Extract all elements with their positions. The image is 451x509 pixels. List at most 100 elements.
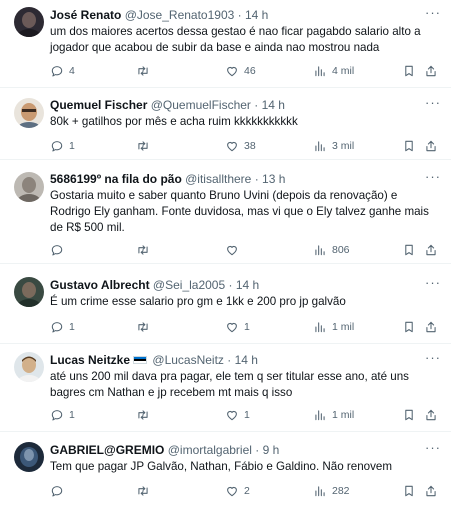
- bookmark-button[interactable]: [402, 483, 416, 499]
- more-icon[interactable]: ···: [425, 441, 441, 457]
- avatar[interactable]: [14, 442, 44, 472]
- avatar[interactable]: [14, 352, 44, 382]
- views-button[interactable]: 4 mil: [313, 63, 354, 79]
- view-count: 1 mil: [332, 409, 355, 421]
- share-icon: [426, 409, 436, 421]
- view-count: 3 mil: [332, 140, 355, 152]
- reply-button[interactable]: 1: [50, 319, 75, 335]
- views-button[interactable]: 1 mil: [313, 407, 354, 423]
- retweet-button[interactable]: [136, 319, 155, 335]
- timestamp[interactable]: 14 h: [236, 278, 259, 292]
- author-name[interactable]: Lucas Neitzke: [50, 353, 130, 367]
- bookmark-button[interactable]: [402, 407, 416, 423]
- like-count: 46: [244, 65, 256, 77]
- retweet-button[interactable]: [136, 407, 155, 423]
- bookmark-icon: [405, 244, 413, 256]
- view-count: 1 mil: [332, 321, 355, 333]
- like-button[interactable]: 38: [225, 138, 256, 154]
- bookmark-button[interactable]: [402, 319, 416, 335]
- author-handle[interactable]: @itisallthere: [185, 172, 251, 186]
- reply-button[interactable]: 1: [50, 138, 75, 154]
- retweet-icon: [138, 141, 148, 151]
- author-handle[interactable]: @imortalgabriel: [168, 443, 252, 457]
- like-button[interactable]: [225, 242, 244, 258]
- views-button[interactable]: 1 mil: [313, 319, 354, 335]
- views-icon: [315, 486, 325, 497]
- share-button[interactable]: [424, 483, 438, 499]
- separator-dot: ·: [254, 98, 259, 112]
- author-name[interactable]: GABRIEL@GREMIO: [50, 443, 164, 457]
- like-button[interactable]: 2: [225, 483, 250, 499]
- tweet[interactable]: 5686199º na fila do pão @itisallthere · …: [0, 160, 451, 264]
- more-icon[interactable]: ···: [425, 6, 441, 22]
- share-icon: [426, 485, 436, 497]
- tweet[interactable]: Lucas Neitzke @LucasNeitz · 14 h ··· até…: [0, 344, 451, 432]
- author-name[interactable]: Gustavo Albrecht: [50, 278, 150, 292]
- bookmark-icon: [405, 485, 413, 497]
- more-icon[interactable]: ···: [425, 170, 441, 186]
- share-button[interactable]: [424, 138, 438, 154]
- views-button[interactable]: 806: [313, 242, 350, 258]
- author-handle[interactable]: @Jose_Renato1903: [125, 8, 235, 22]
- views-icon: [315, 141, 325, 152]
- reply-feed: José Renato @Jose_Renato1903 · 14 h ··· …: [0, 0, 451, 509]
- tweet[interactable]: Gustavo Albrecht @Sei_la2005 · 14 h ··· …: [0, 264, 451, 344]
- share-button[interactable]: [424, 407, 438, 423]
- timestamp[interactable]: 13 h: [262, 172, 285, 186]
- bookmark-button[interactable]: [402, 63, 416, 79]
- like-count: 2: [244, 485, 250, 497]
- share-button[interactable]: [424, 63, 438, 79]
- like-button[interactable]: 46: [225, 63, 256, 79]
- retweet-button[interactable]: [136, 63, 155, 79]
- views-icon: [315, 245, 325, 256]
- author-handle[interactable]: @QuemuelFischer: [151, 98, 251, 112]
- like-button[interactable]: 1: [225, 319, 250, 335]
- author-name[interactable]: 5686199º na fila do pão: [50, 172, 182, 186]
- tweet[interactable]: José Renato @Jose_Renato1903 · 14 h ··· …: [0, 0, 451, 88]
- reply-count: 1: [69, 409, 75, 421]
- bookmark-button[interactable]: [402, 138, 416, 154]
- share-button[interactable]: [424, 319, 438, 335]
- views-button[interactable]: 3 mil: [313, 138, 354, 154]
- author-name[interactable]: José Renato: [50, 8, 121, 22]
- view-count: 4 mil: [332, 65, 355, 77]
- like-icon: [227, 486, 237, 497]
- reply-button[interactable]: [50, 483, 69, 499]
- retweet-button[interactable]: [136, 242, 155, 258]
- timestamp[interactable]: 14 h: [262, 98, 285, 112]
- bookmark-button[interactable]: [402, 242, 416, 258]
- share-button[interactable]: [424, 242, 438, 258]
- avatar[interactable]: [14, 7, 44, 37]
- author-handle[interactable]: @LucasNeitz: [152, 353, 224, 367]
- share-icon: [426, 321, 436, 333]
- separator-dot: ·: [237, 8, 242, 22]
- action-bar: 1 1 1 mil: [50, 407, 441, 423]
- reply-icon: [51, 141, 63, 152]
- more-icon[interactable]: ···: [425, 351, 441, 367]
- retweet-button[interactable]: [136, 138, 155, 154]
- more-icon[interactable]: ···: [425, 96, 441, 112]
- views-button[interactable]: 282: [313, 483, 350, 499]
- author-handle[interactable]: @Sei_la2005: [153, 278, 225, 292]
- share-icon: [426, 65, 436, 77]
- timestamp[interactable]: 14 h: [235, 353, 258, 367]
- share-icon: [426, 140, 436, 152]
- share-icon: [426, 244, 436, 256]
- reply-button[interactable]: [50, 242, 69, 258]
- reply-button[interactable]: 1: [50, 407, 75, 423]
- tweet-text: Gostaria muito e saber quanto Bruno Uvin…: [50, 189, 429, 234]
- avatar[interactable]: [14, 277, 44, 307]
- separator-dot: ·: [228, 278, 233, 292]
- timestamp[interactable]: 9 h: [263, 443, 280, 457]
- tweet[interactable]: GABRIEL@GREMIO @imortalgabriel · 9 h ···…: [0, 432, 451, 509]
- avatar[interactable]: [14, 172, 44, 202]
- timestamp[interactable]: 14 h: [245, 8, 268, 22]
- avatar[interactable]: [14, 98, 44, 128]
- author-name[interactable]: Quemuel Fischer: [50, 98, 147, 112]
- separator-dot: ·: [254, 172, 259, 186]
- reply-button[interactable]: 4: [50, 63, 75, 79]
- more-icon[interactable]: ···: [425, 276, 441, 292]
- like-button[interactable]: 1: [225, 407, 250, 423]
- tweet[interactable]: Quemuel Fischer @QuemuelFischer · 14 h ·…: [0, 88, 451, 160]
- retweet-button[interactable]: [136, 483, 155, 499]
